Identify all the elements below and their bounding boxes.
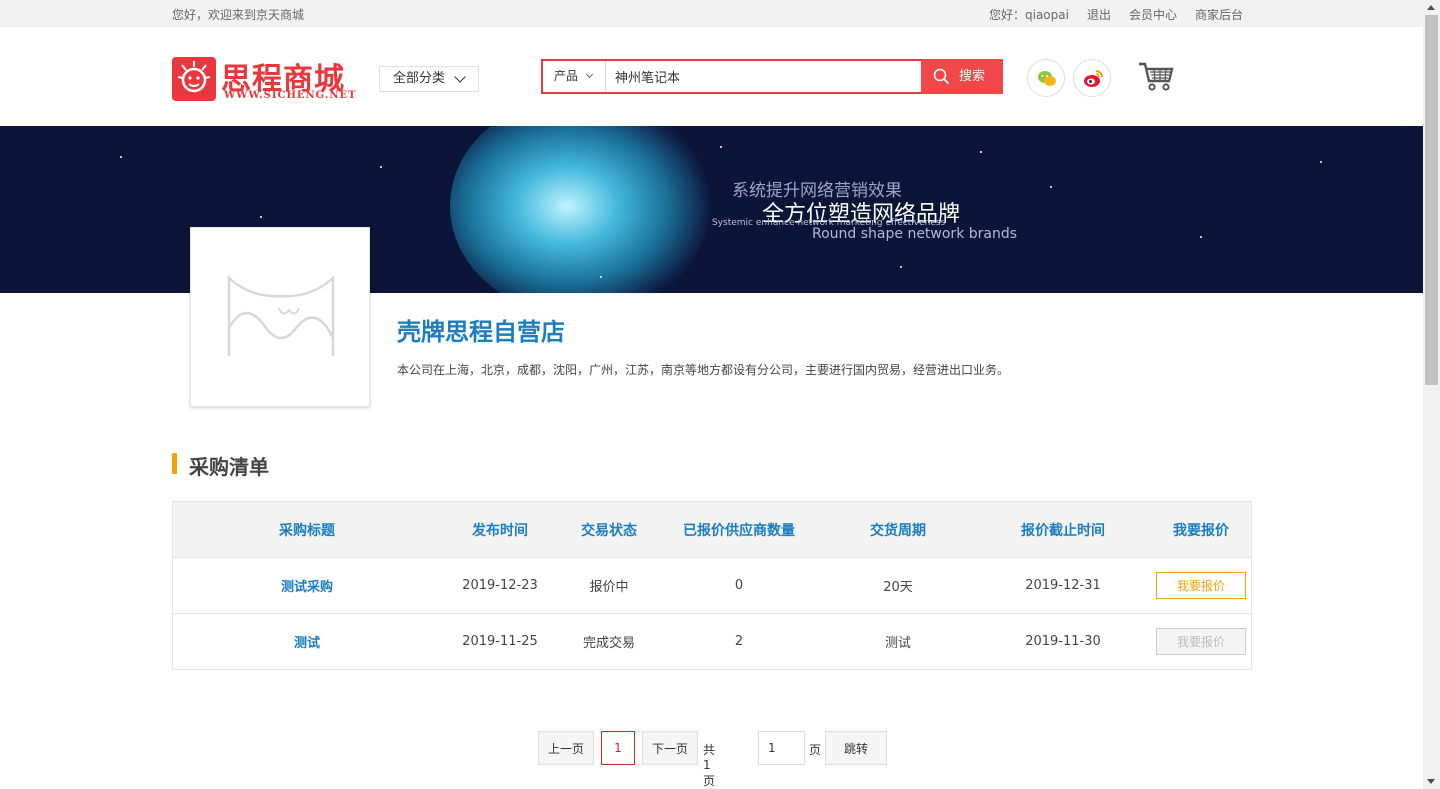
row-title-link[interactable]: 测试采购: [173, 558, 441, 613]
row-published: 2019-11-25: [462, 634, 538, 649]
header-deadline: 报价截止时间: [1021, 522, 1105, 539]
header-title: 采购标题: [279, 522, 335, 539]
store-description: 本公司在上海，北京，成都，沈阳，广州，江苏，南京等地方都设有分公司，主要进行国内…: [397, 363, 1010, 377]
welcome-text: 您好，欢迎来到京天商城: [172, 8, 305, 22]
quote-button-disabled[interactable]: 我要报价: [1156, 628, 1246, 655]
table-header-row: 采购标题 发布时间 交易状态 已报价供应商数量 交货周期 报价截止时间 我要报价: [173, 502, 1251, 557]
search-button-label: 搜索: [959, 69, 986, 84]
page-number-current[interactable]: 1: [601, 731, 635, 765]
header: 思程商城 WWW.SICHENG.NET 全部分类 产品 搜索: [0, 27, 1423, 126]
row-supplier-count: 2: [734, 634, 744, 649]
page-scrollbar[interactable]: [1423, 0, 1440, 789]
shopping-cart-icon[interactable]: [1137, 61, 1175, 93]
header-delivery: 交货周期: [870, 522, 926, 539]
quote-button[interactable]: 我要报价: [1156, 572, 1246, 599]
row-deadline: 2019-11-30: [1025, 634, 1101, 649]
page-suffix-text: 页: [809, 743, 822, 757]
weibo-button[interactable]: [1073, 59, 1111, 97]
row-delivery: 测试: [884, 636, 911, 651]
store-name: 壳牌思程自营店: [397, 318, 565, 346]
table-row: 测试采购 2019-12-23 报价中 0 20天 2019-12-31 我要报…: [173, 557, 1251, 613]
row-published: 2019-12-23: [462, 578, 538, 593]
all-categories-label: 全部分类: [393, 71, 446, 86]
section-title: 采购清单: [189, 455, 269, 479]
row-deadline: 2019-12-31: [1025, 578, 1101, 593]
wechat-button[interactable]: [1027, 59, 1065, 97]
header-status: 交易状态: [581, 522, 637, 539]
member-center-link[interactable]: 会员中心: [1129, 6, 1177, 23]
wechat-icon: [1038, 71, 1056, 86]
chevron-down-icon: [454, 71, 466, 83]
search-icon: [933, 68, 950, 85]
user-greeting[interactable]: 您好：qiaopai: [989, 6, 1069, 23]
section-accent-bar: [172, 453, 177, 474]
search-type-label: 产品: [554, 69, 579, 83]
banner-globe-image: [450, 126, 710, 293]
goto-page-input[interactable]: [758, 731, 805, 765]
weibo-icon: [1084, 70, 1103, 87]
logout-link[interactable]: 退出: [1087, 6, 1111, 23]
row-delivery: 20天: [883, 580, 913, 595]
merchant-backend-link[interactable]: 商家后台: [1195, 6, 1243, 23]
row-supplier-count: 0: [734, 578, 744, 593]
top-links: 您好：qiaopai 退出 会员中心 商家后台: [989, 6, 1243, 23]
scroll-down-icon[interactable]: [1427, 779, 1435, 784]
search-input[interactable]: [607, 61, 921, 92]
search-type-select[interactable]: 产品: [543, 61, 606, 92]
row-action-cell: 我要报价: [1149, 614, 1253, 669]
row-status: 完成交易: [582, 636, 635, 651]
top-bar: 您好，欢迎来到京天商城 您好：qiaopai 退出 会员中心 商家后台: [0, 0, 1423, 27]
total-pages-text: 共1页 到: [703, 743, 716, 788]
search-bar: 产品 搜索: [541, 59, 1003, 94]
chevron-down-icon: [585, 70, 594, 79]
placeholder-image-icon: [227, 275, 335, 356]
store-avatar: [190, 227, 370, 407]
next-page-button[interactable]: 下一页: [642, 731, 698, 765]
header-published: 发布时间: [472, 522, 528, 539]
jump-button[interactable]: 跳转: [825, 731, 887, 765]
row-status: 报价中: [589, 580, 629, 595]
banner-line-4: Round shape network brands: [812, 226, 1018, 242]
purchase-table: 采购标题 发布时间 交易状态 已报价供应商数量 交货周期 报价截止时间 我要报价…: [172, 501, 1252, 670]
logo-url: WWW.SICHENG.NET: [224, 90, 357, 101]
all-categories-button[interactable]: 全部分类: [379, 66, 479, 92]
header-supplier-count: 已报价供应商数量: [683, 522, 795, 539]
scroll-up-icon[interactable]: [1427, 5, 1435, 10]
search-button[interactable]: 搜索: [921, 59, 1003, 94]
site-logo[interactable]: 思程商城 WWW.SICHENG.NET: [172, 54, 356, 104]
row-action-cell: 我要报价: [1149, 558, 1253, 613]
logo-mark-icon: [172, 57, 216, 101]
prev-page-button[interactable]: 上一页: [538, 731, 594, 765]
scrollbar-thumb[interactable]: [1425, 15, 1438, 385]
header-action: 我要报价: [1173, 522, 1229, 539]
table-row: 测试 2019-11-25 完成交易 2 测试 2019-11-30 我要报价: [173, 613, 1251, 669]
row-title-link[interactable]: 测试: [173, 614, 441, 669]
